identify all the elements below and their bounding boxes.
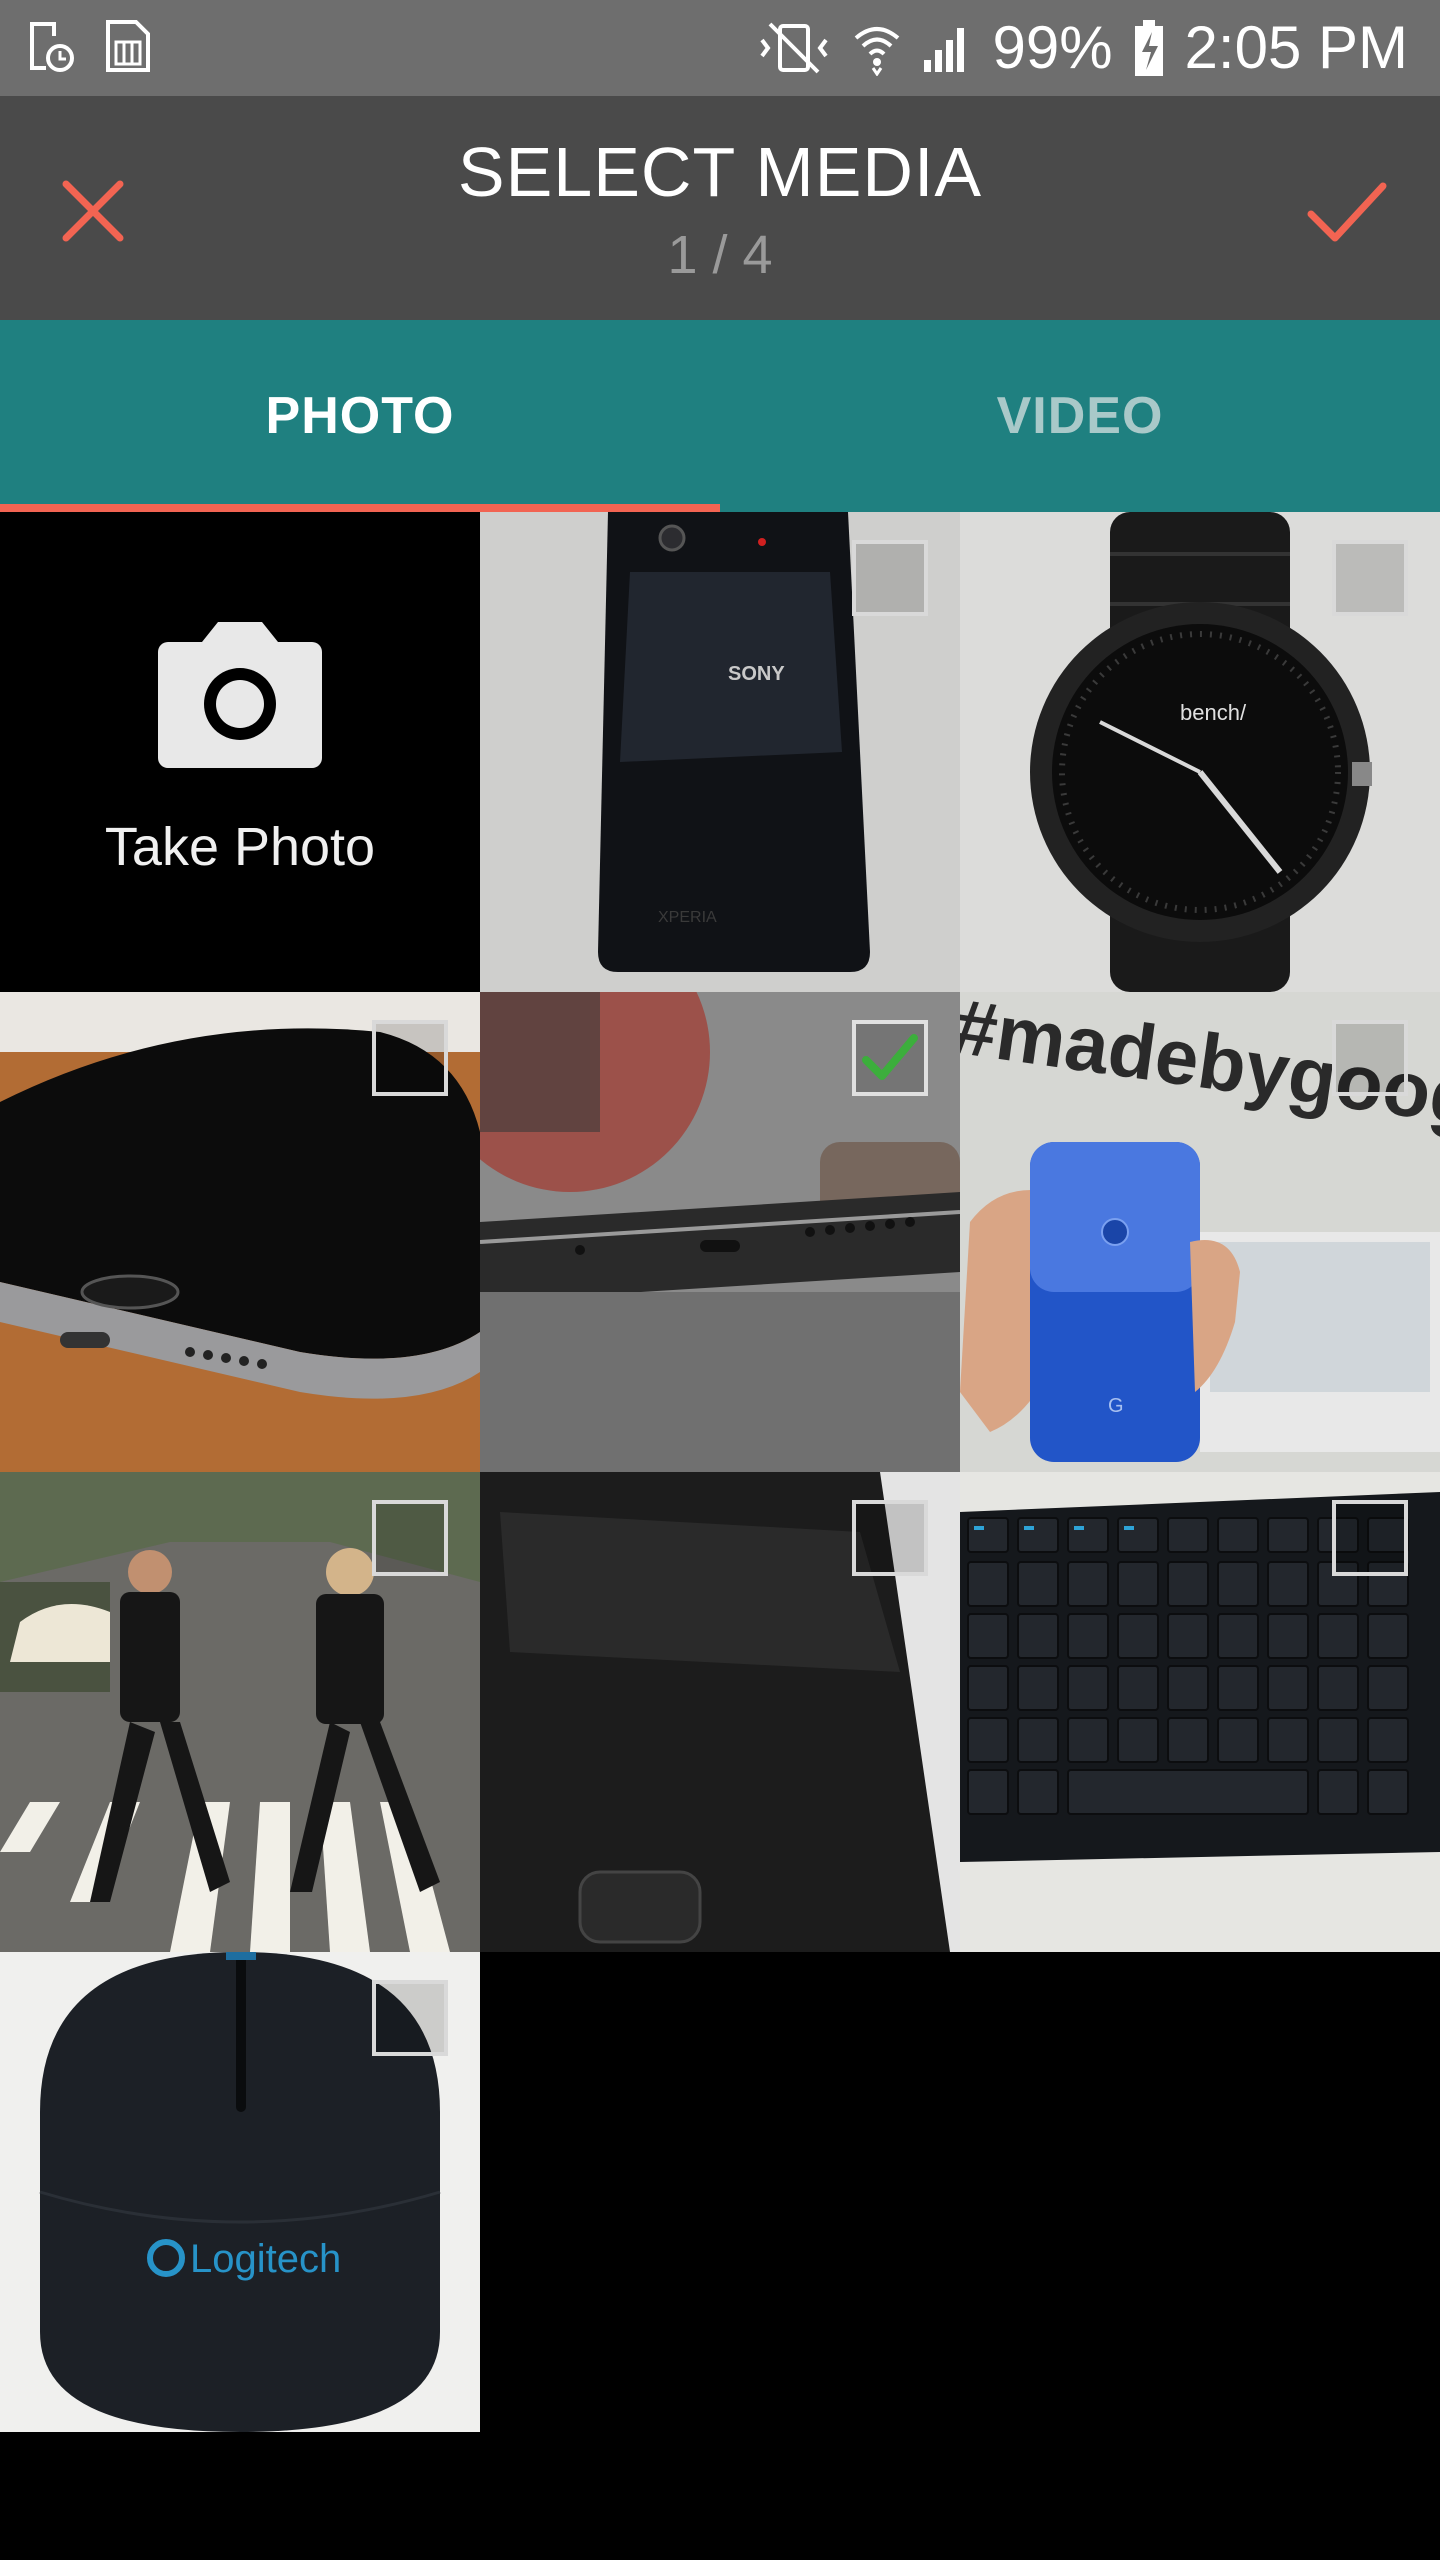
select-checkbox[interactable] [852, 540, 928, 616]
status-bar: 99% 2:05 PM [0, 0, 1440, 96]
xperia-text: XPERIA [658, 909, 717, 926]
select-checkbox[interactable] [372, 1980, 448, 2056]
vibrate-mute-icon [756, 20, 832, 76]
signal-icon [922, 20, 972, 76]
battery-percent: 99% [992, 14, 1113, 81]
select-checkbox[interactable] [372, 1500, 448, 1576]
select-checkbox[interactable] [372, 1020, 448, 1096]
check-icon [862, 1034, 918, 1080]
selection-counter: 1 / 4 [667, 225, 773, 285]
page-title: SELECT MEDIA [457, 133, 983, 211]
status-right-icons: 99% 2:05 PM [756, 10, 1408, 86]
media-thumbnail[interactable] [480, 992, 960, 1472]
media-picker-screen: 99% 2:05 PM SELECT MEDIA 1 / 4 PHOTO VID… [0, 0, 1440, 2560]
battery-charging-icon [1133, 18, 1165, 78]
sd-card-clock-icon [24, 18, 74, 74]
media-thumbnail[interactable] [480, 1472, 960, 1952]
take-photo-tile[interactable]: Take Photo [0, 512, 480, 992]
top-app-bar: SELECT MEDIA 1 / 4 [0, 96, 1440, 320]
sony-logo-text: SONY [728, 663, 785, 685]
camera-icon [158, 622, 322, 768]
select-checkbox[interactable] [1332, 540, 1408, 616]
bench-logo-text: bench/ [1180, 700, 1247, 725]
select-checkbox[interactable] [852, 1500, 928, 1576]
logitech-logo-text: Logitech [190, 2237, 341, 2281]
media-thumbnail[interactable]: #madebygoogle G [960, 992, 1440, 1472]
clock: 2:05 PM [1184, 14, 1408, 81]
wifi-icon [852, 20, 902, 76]
take-photo-label: Take Photo [104, 817, 376, 877]
media-thumbnail[interactable] [0, 1472, 480, 1952]
tab-video[interactable]: VIDEO [720, 320, 1440, 512]
tab-photo[interactable]: PHOTO [0, 320, 720, 512]
google-g-text: G [1108, 1395, 1124, 1417]
media-type-tabs: PHOTO VIDEO [0, 320, 1440, 512]
check-icon [1307, 182, 1387, 242]
status-left-icons [24, 18, 152, 74]
select-checkbox[interactable] [1332, 1020, 1408, 1096]
media-thumbnail[interactable] [960, 1472, 1440, 1952]
sim-card-icon [104, 18, 152, 74]
tab-indicator [0, 504, 720, 512]
select-checkbox[interactable] [1332, 1500, 1408, 1576]
media-thumbnail[interactable]: Logitech [0, 1952, 480, 2432]
media-thumbnail[interactable]: SONY XPERIA [480, 512, 960, 992]
media-thumbnail[interactable]: bench/ [960, 512, 1440, 992]
done-button[interactable] [1292, 156, 1402, 266]
media-thumbnail[interactable] [0, 992, 480, 1472]
select-checkbox-checked[interactable] [852, 1020, 928, 1096]
